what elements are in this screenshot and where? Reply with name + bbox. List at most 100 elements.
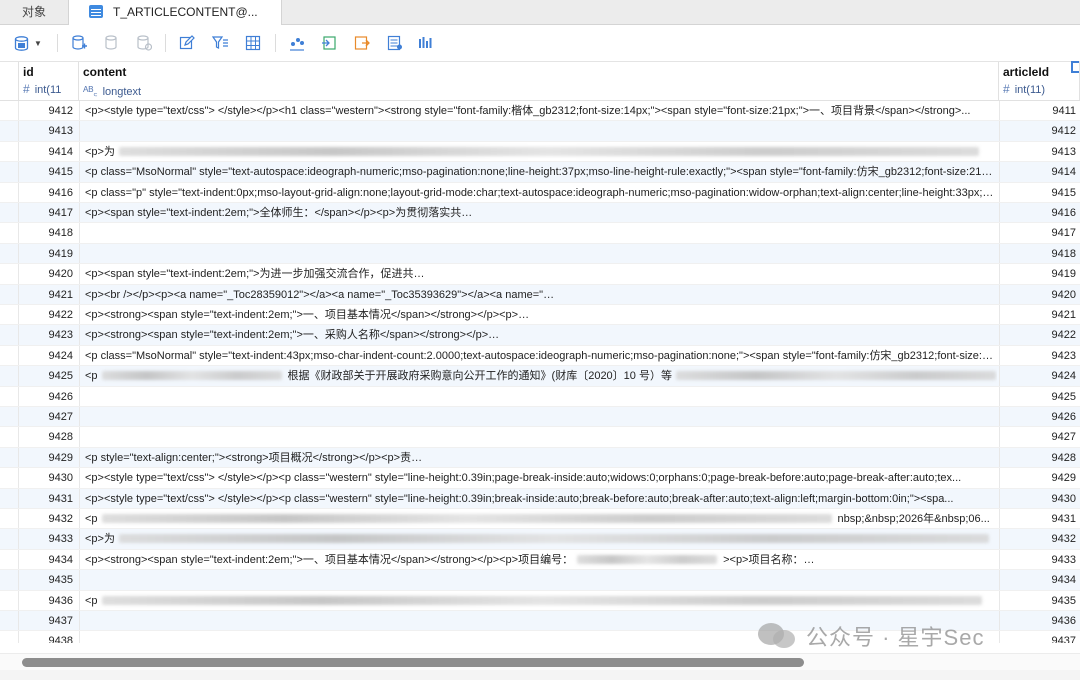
cell-id[interactable]: 9415: [18, 162, 73, 182]
form-view-icon[interactable]: [386, 34, 404, 52]
cell-id[interactable]: 9424: [18, 345, 73, 366]
table-row[interactable]: 9433 <p>为 9432: [0, 529, 1080, 550]
table-row[interactable]: 9415 <p class="MsoNormal" style="text-aut…: [0, 162, 1080, 183]
table-row[interactable]: 9423 <p><strong><span style="text-indent:…: [0, 325, 1080, 346]
table-row[interactable]: 9429 <p style="text-align:center;"><stron…: [0, 447, 1080, 469]
cell-id[interactable]: 9436: [18, 590, 73, 610]
table-row[interactable]: 9427 9426: [0, 407, 1080, 428]
bar-chart-icon[interactable]: [417, 34, 435, 52]
discard-icon[interactable]: [135, 34, 153, 52]
table-row[interactable]: 9435 9434: [0, 570, 1080, 591]
cell-id[interactable]: 9437: [18, 611, 73, 631]
cell-id[interactable]: 9419: [18, 243, 73, 264]
table-row[interactable]: 9434 <p><strong><span style="text-indent:…: [0, 549, 1080, 571]
chevron-down-icon[interactable]: ▼: [34, 39, 42, 48]
cell-content[interactable]: <p><style type="text/css"> </style></p><…: [79, 101, 997, 121]
cell-articleid[interactable]: 9425: [999, 386, 1076, 406]
import-icon[interactable]: [320, 34, 338, 52]
cell-id[interactable]: 9426: [18, 386, 73, 406]
cell-articleid[interactable]: 9427: [999, 427, 1076, 447]
table-row[interactable]: 9432 <p nbsp;&nbsp;2026年&nbsp;06... 9431: [0, 509, 1080, 530]
horizontal-scrollbar-thumb[interactable]: [22, 658, 804, 667]
cell-content[interactable]: <p><strong><span style="text-indent:2em;…: [79, 305, 997, 325]
cell-articleid[interactable]: 9437: [999, 631, 1076, 643]
cell-id[interactable]: 9438: [18, 631, 73, 643]
cell-id[interactable]: 9427: [18, 407, 73, 427]
table-row[interactable]: 9422 <p><strong><span style="text-indent:…: [0, 305, 1080, 326]
cell-content[interactable]: <p><span style="text-indent:2em;">为进一步加强…: [79, 264, 997, 284]
cell-content[interactable]: <p class="p" style="text-indent:0px;mso-…: [79, 182, 997, 202]
table-row[interactable]: 9416 <p class="p" style="text-indent:0px;…: [0, 182, 1080, 203]
cell-articleid[interactable]: 9414: [999, 162, 1076, 182]
export-icon[interactable]: [353, 34, 371, 52]
cell-id[interactable]: 9422: [18, 305, 73, 325]
cell-content[interactable]: [79, 407, 997, 427]
cell-id[interactable]: 9416: [18, 182, 73, 202]
cell-articleid[interactable]: 9420: [999, 284, 1076, 304]
cell-id[interactable]: 9430: [18, 468, 73, 488]
cell-articleid[interactable]: 9421: [999, 305, 1076, 325]
table-row[interactable]: 9425 <p 根据《财政部关于开展政府采购意向公开工作的通知》(财库〔2020〕1…: [0, 366, 1080, 387]
cell-articleid[interactable]: 9412: [999, 121, 1076, 141]
table-row[interactable]: 9420 <p><span style="text-indent:2em;">为进…: [0, 264, 1080, 285]
cell-content[interactable]: <p><strong><span style="text-indent:2em;…: [79, 549, 997, 570]
tab-table-active[interactable]: T_ARTICLECONTENT@...: [68, 0, 282, 25]
cell-id[interactable]: 9421: [18, 284, 73, 304]
db-menu-icon[interactable]: [12, 34, 30, 52]
cell-articleid[interactable]: 9428: [999, 447, 1076, 468]
cell-articleid[interactable]: 9411: [999, 101, 1076, 121]
cell-content[interactable]: <p class="MsoNormal" style="text-indent:…: [79, 345, 997, 366]
column-header-id[interactable]: id # int(11: [18, 62, 79, 100]
cell-content[interactable]: <p><span style="text-indent:2em;">全体师生：<…: [79, 203, 997, 223]
cell-id[interactable]: 9420: [18, 264, 73, 284]
cell-content[interactable]: <p><br /></p><p><a name="_Toc28359012"><…: [79, 284, 997, 304]
cell-articleid[interactable]: 9436: [999, 611, 1076, 631]
cell-articleid[interactable]: 9422: [999, 325, 1076, 345]
table-row[interactable]: 9412 <p><style type="text/css"> </style><…: [0, 101, 1080, 122]
cell-articleid[interactable]: 9417: [999, 223, 1076, 243]
cell-id[interactable]: 9432: [18, 509, 73, 529]
cell-content[interactable]: <p nbsp;&nbsp;2026年&nbsp;06...: [79, 509, 997, 529]
cell-articleid[interactable]: 9418: [999, 243, 1076, 264]
cell-content[interactable]: <p style="text-align:center;"><strong>项目…: [79, 447, 997, 468]
cell-content[interactable]: <p><style type="text/css"> </style></p><…: [79, 468, 997, 488]
cell-id[interactable]: 9428: [18, 427, 73, 447]
cell-id[interactable]: 9417: [18, 203, 73, 223]
cell-content[interactable]: [79, 427, 997, 447]
chart-icon[interactable]: [288, 34, 306, 52]
table-row[interactable]: 9421 <p><br /></p><p><a name="_Toc2835901…: [0, 284, 1080, 305]
cell-articleid[interactable]: 9424: [999, 366, 1076, 386]
cell-articleid[interactable]: 9426: [999, 407, 1076, 427]
cell-articleid[interactable]: 9434: [999, 570, 1076, 590]
cell-id[interactable]: 9429: [18, 447, 73, 468]
cell-articleid[interactable]: 9432: [999, 529, 1076, 549]
cell-id[interactable]: 9434: [18, 549, 73, 570]
cell-articleid[interactable]: 9413: [999, 141, 1076, 162]
table-row[interactable]: 9436 <p 9435: [0, 590, 1080, 611]
cell-content[interactable]: <p><strong><span style="text-indent:2em;…: [79, 325, 997, 345]
cell-content[interactable]: [79, 243, 997, 264]
cell-articleid[interactable]: 9419: [999, 264, 1076, 284]
cell-id[interactable]: 9425: [18, 366, 73, 386]
cell-content[interactable]: <p>为: [79, 529, 997, 549]
cell-id[interactable]: 9418: [18, 223, 73, 243]
filter-icon[interactable]: [211, 34, 229, 52]
table-row[interactable]: 9430 <p><style type="text/css"> </style><…: [0, 468, 1080, 489]
table-row[interactable]: 9428 9427: [0, 427, 1080, 448]
cell-id[interactable]: 9412: [18, 101, 73, 121]
column-header-articleid[interactable]: articleId # int(11): [999, 62, 1080, 100]
column-header-content[interactable]: content ᴬᴮ꜀ longtext: [79, 62, 999, 100]
cell-content[interactable]: [79, 570, 997, 590]
cell-id[interactable]: 9413: [18, 121, 73, 141]
table-row[interactable]: 9426 9425: [0, 386, 1080, 407]
cell-id[interactable]: 9431: [18, 488, 73, 508]
cell-articleid[interactable]: 9416: [999, 203, 1076, 223]
add-record-icon[interactable]: [70, 34, 88, 52]
cell-articleid[interactable]: 9423: [999, 345, 1076, 366]
grid-view-icon[interactable]: [244, 34, 262, 52]
cell-content[interactable]: <p><style type="text/css"> </style></p><…: [79, 488, 997, 508]
table-row[interactable]: 9417 <p><span style="text-indent:2em;">全体…: [0, 203, 1080, 224]
cell-articleid[interactable]: 9435: [999, 590, 1076, 610]
table-row[interactable]: 9419 9418: [0, 243, 1080, 265]
cell-id[interactable]: 9423: [18, 325, 73, 345]
